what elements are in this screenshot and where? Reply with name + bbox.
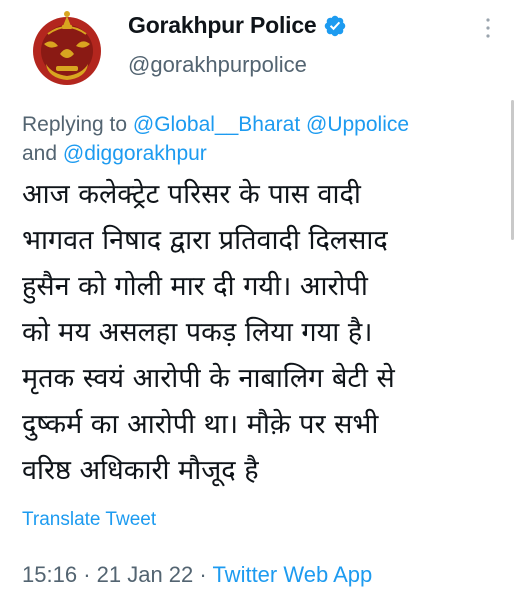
display-name-row: Gorakhpur Police [128, 12, 347, 39]
tweet-text-line: दुष्कर्म का आरोपी था। मौक़े पर सभी [22, 409, 379, 440]
tweet-text-line: भागवत निषाद द्वारा प्रतिवादी दिलसाद [22, 225, 388, 256]
mention-link[interactable]: @Global__Bharat [133, 113, 300, 136]
tweet-source-link[interactable]: Twitter Web App [212, 562, 372, 587]
tweet-text: आज कलेक्ट्रेट परिसर के पास वादी भागवत नि… [22, 172, 502, 494]
tweet-time[interactable]: 15:16 [22, 562, 77, 587]
replying-to: Replying to @Global__Bharat @Uppolice an… [22, 110, 492, 168]
display-name[interactable]: Gorakhpur Police [128, 12, 317, 39]
tweet-card: Gorakhpur Police @gorakhpurpolice Replyi… [0, 0, 516, 600]
tweet-text-line: हुसैन को गोली मार दी गयी। आरोपी [22, 271, 368, 302]
replying-to-label: Replying to [22, 113, 128, 136]
more-vertical-icon[interactable] [478, 14, 498, 42]
up-police-emblem-icon [23, 5, 111, 93]
avatar[interactable] [22, 4, 112, 94]
scrollbar[interactable] [511, 100, 514, 240]
verified-badge-icon [324, 15, 345, 36]
tweet-text-line: मृतक स्वयं आरोपी के नाबालिग बेटी से [22, 363, 395, 394]
tweet-text-line: आज कलेक्ट्रेट परिसर के पास वादी [22, 179, 361, 210]
tweet-text-line: को मय असलहा पकड़ लिया गया है। [22, 317, 373, 348]
translate-tweet-link[interactable]: Translate Tweet [22, 509, 156, 531]
meta-separator: · [83, 562, 91, 587]
tweet-meta: 15:16 · 21 Jan 22 · Twitter Web App [22, 562, 372, 588]
mention-link[interactable]: @diggorakhpur [63, 142, 207, 165]
mention-link[interactable]: @Uppolice [306, 113, 409, 136]
tweet-text-line: वरिष्ठ अधिकारी मौजूद है [22, 455, 259, 486]
user-handle[interactable]: @gorakhpurpolice [128, 52, 307, 78]
tweet-date[interactable]: 21 Jan 22 [97, 562, 194, 587]
replying-to-conjunction: and [22, 142, 58, 165]
meta-separator: · [199, 562, 207, 587]
